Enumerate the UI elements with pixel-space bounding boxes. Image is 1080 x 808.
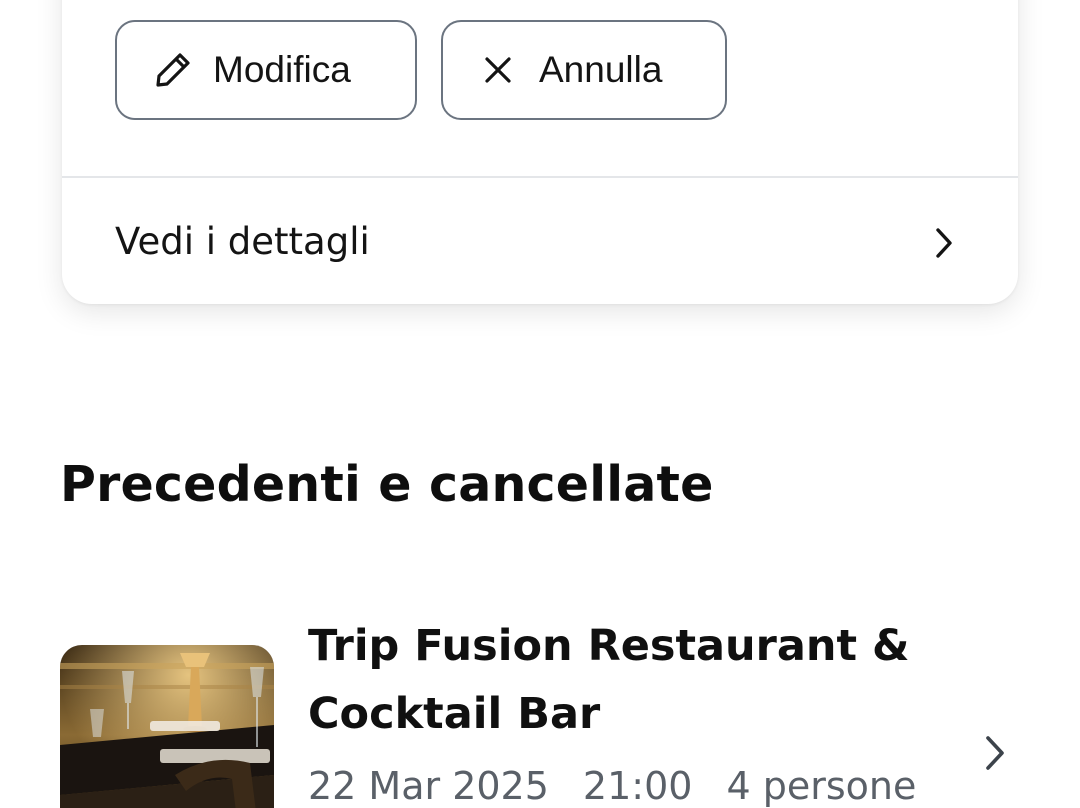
close-icon	[481, 53, 515, 87]
view-details-row[interactable]: Vedi i dettagli	[62, 178, 1018, 304]
cancel-button[interactable]: Annulla	[441, 20, 727, 120]
chevron-right-icon	[980, 734, 1010, 772]
edit-button[interactable]: Modifica	[115, 20, 417, 120]
section-title-past: Precedenti e cancellate	[60, 456, 714, 513]
reservation-time: 21:00	[582, 764, 693, 808]
reservation-date: 22 Mar 2025	[308, 764, 549, 808]
restaurant-name: Trip Fusion Restaurant & Cocktail Bar	[308, 621, 910, 739]
reservation-party-size: 4 persone	[726, 764, 917, 808]
restaurant-photo	[60, 645, 274, 808]
edit-button-label: Modifica	[213, 49, 351, 90]
view-details-label: Vedi i dettagli	[115, 219, 370, 263]
pencil-icon	[153, 50, 193, 90]
chevron-right-icon	[928, 226, 958, 260]
reservation-card: Modifica Annulla Vedi i dettagli	[62, 0, 1018, 304]
cancel-button-label: Annulla	[539, 49, 663, 90]
reservation-meta: 22 Mar 2025 21:00 4 persone	[308, 764, 916, 808]
